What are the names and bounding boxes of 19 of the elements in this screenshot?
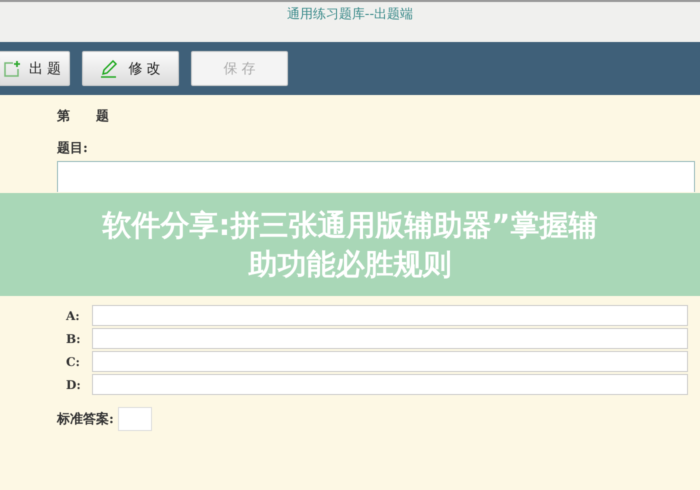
option-label: A: [66, 308, 81, 322]
question-heading: 第 题 [57, 108, 110, 125]
option-field[interactable] [92, 351, 688, 372]
option-field[interactable] [92, 374, 688, 395]
banner-text: 助功能必胜规则 [248, 246, 452, 282]
answer-field[interactable] [118, 407, 152, 431]
window-title: 通用练习题库--出题端 [286, 6, 414, 24]
add-icon [2, 60, 21, 78]
option-label: B: [66, 332, 82, 346]
option-label: D: [66, 378, 82, 392]
option-field[interactable] [92, 328, 688, 349]
option-field[interactable] [92, 305, 688, 326]
banner-text: 软件分享:拼三张通用版辅助器”掌握辅 [102, 208, 598, 242]
answer-label: 标准答案: [57, 410, 114, 428]
toolbar-button[interactable]: 出 题 [0, 51, 70, 86]
option-label: C: [66, 354, 81, 368]
toolbar-button[interactable]: 修 改 [82, 51, 179, 86]
question-label: 题目: [57, 140, 89, 157]
question-field[interactable] [57, 161, 695, 192]
